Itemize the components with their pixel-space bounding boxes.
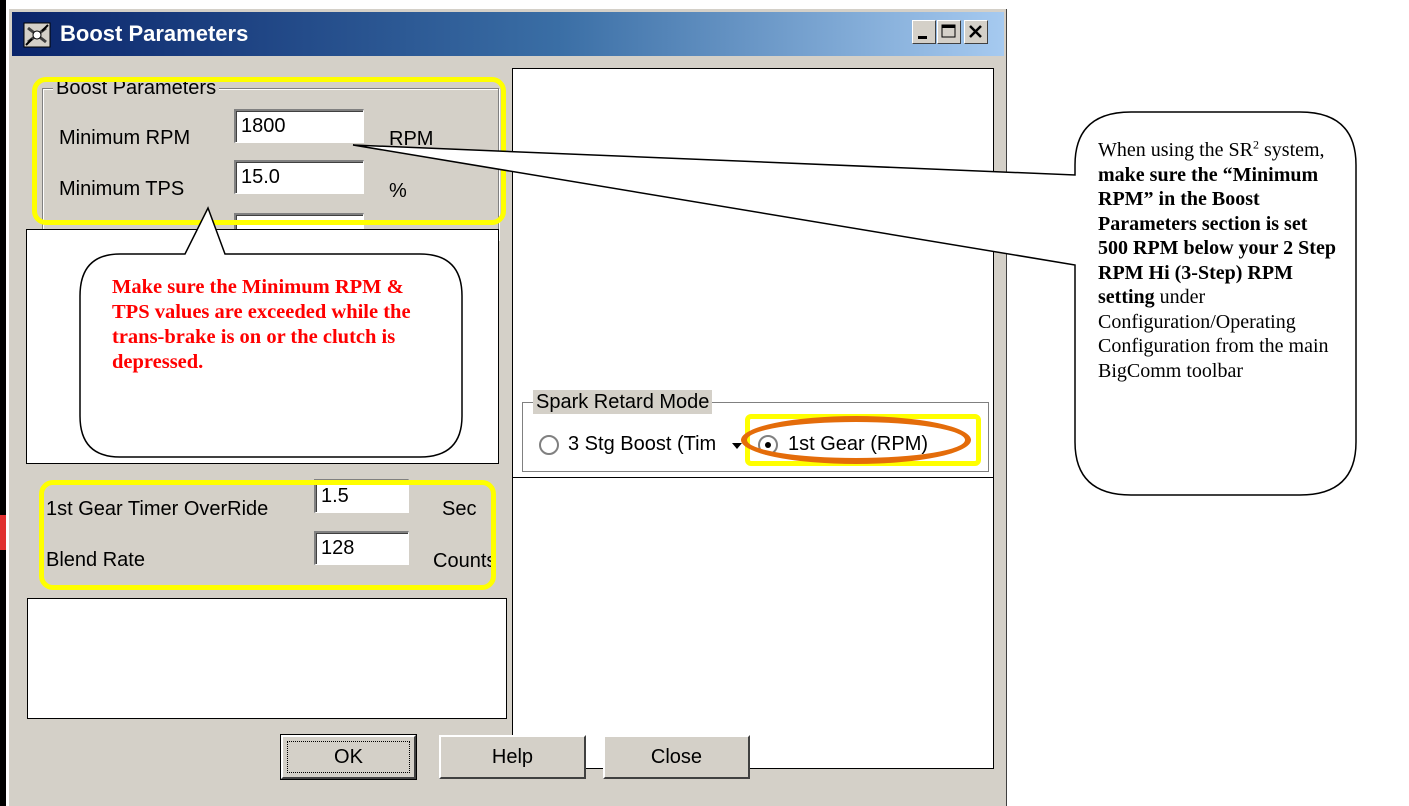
blend-rate-unit: Counts bbox=[433, 550, 497, 572]
close-icon bbox=[969, 25, 982, 38]
background-window-edge bbox=[0, 0, 6, 806]
left-callout-text: Make sure the Minimum RPM & TPS values a… bbox=[112, 276, 411, 373]
right-callout-intro: When using the SR bbox=[1098, 139, 1253, 161]
radio-3-stg-boost[interactable] bbox=[539, 435, 559, 455]
title-bar[interactable]: Boost Parameters bbox=[12, 12, 1004, 56]
app-icon bbox=[23, 22, 51, 48]
lower-left-panel bbox=[27, 598, 507, 719]
minimum-rpm-label: Minimum RPM bbox=[59, 127, 191, 149]
right-callout-system: system, bbox=[1259, 139, 1325, 161]
ok-button[interactable]: OK bbox=[280, 734, 417, 780]
close-button[interactable]: Close bbox=[603, 735, 750, 779]
minimum-tps-unit: % bbox=[389, 180, 407, 202]
ok-focus-rect bbox=[287, 741, 410, 773]
radio-1st-gear-label: 1st Gear (RPM) bbox=[788, 433, 929, 455]
help-button[interactable]: Help bbox=[439, 735, 586, 779]
first-gear-timer-unit: Sec bbox=[442, 498, 477, 520]
minimize-button[interactable] bbox=[912, 20, 936, 44]
screenshot-stage: Boost Parameters Boost Parameters Minimu… bbox=[0, 0, 1409, 806]
background-red-mark bbox=[0, 515, 6, 550]
close-window-button[interactable] bbox=[964, 20, 988, 44]
dropdown-arrow-icon bbox=[732, 443, 742, 449]
maximize-button[interactable] bbox=[937, 20, 961, 44]
blend-rate-input[interactable]: 128 bbox=[314, 531, 409, 565]
maximize-icon bbox=[941, 24, 956, 38]
first-gear-timer-label: 1st Gear Timer OverRide bbox=[46, 498, 269, 520]
radio-1st-gear[interactable] bbox=[758, 435, 778, 455]
close-button-label: Close bbox=[650, 746, 703, 768]
boost-parameters-legend: Boost Parameters bbox=[53, 76, 220, 100]
first-gear-timer-input[interactable]: 1.5 bbox=[314, 479, 409, 513]
help-button-label: Help bbox=[491, 746, 534, 768]
minimum-tps-input[interactable]: 15.0 bbox=[234, 160, 364, 194]
minimum-tps-label: Minimum TPS bbox=[59, 178, 185, 200]
window-title: Boost Parameters bbox=[60, 21, 249, 46]
blend-rate-label: Blend Rate bbox=[46, 549, 145, 571]
right-callout-text: When using the SR2 system, make sure the… bbox=[1098, 138, 1338, 383]
radio-selected-dot bbox=[765, 442, 771, 448]
right-callout-emphasis: make sure the “Minimum RPM” in the Boost… bbox=[1098, 163, 1336, 309]
lower-right-panel bbox=[512, 477, 994, 769]
minimum-rpm-unit: RPM bbox=[389, 128, 434, 150]
minimum-rpm-input[interactable]: 1800 bbox=[234, 109, 364, 143]
spark-retard-mode-legend: Spark Retard Mode bbox=[533, 390, 713, 414]
minimize-icon bbox=[918, 36, 927, 39]
radio-3-stg-boost-label: 3 Stg Boost (Tim bbox=[568, 433, 717, 455]
